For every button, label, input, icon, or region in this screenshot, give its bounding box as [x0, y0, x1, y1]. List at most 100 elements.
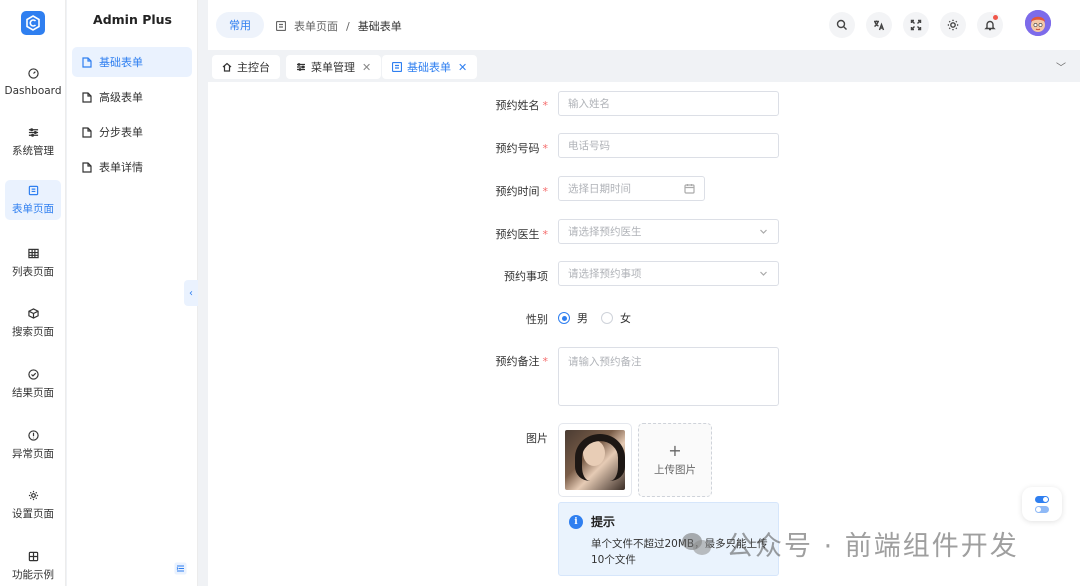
rail-label: 表单页面: [12, 203, 54, 215]
field-label-name: 预约姓名 *: [495, 99, 549, 112]
matter-select[interactable]: 请选择预约事项: [558, 261, 779, 286]
fullscreen-button[interactable]: [903, 12, 929, 38]
cube-icon: [27, 307, 39, 319]
file-icon: [82, 126, 92, 138]
calendar-icon: [684, 184, 695, 194]
rail-item-exception[interactable]: 异常页面: [5, 425, 61, 465]
submenu-item-label: 基础表单: [99, 56, 143, 69]
search-button[interactable]: [829, 12, 855, 38]
gauge-icon: [27, 68, 39, 80]
rail-item-examples[interactable]: 功能示例: [5, 546, 61, 586]
grid-icon: [27, 247, 39, 259]
sun-icon: [947, 19, 959, 31]
collapse-sidebar-button[interactable]: ‹: [184, 280, 198, 306]
gender-radio-female[interactable]: 女: [601, 310, 631, 326]
notification-dot: [993, 15, 998, 20]
floating-settings-button[interactable]: [1022, 487, 1062, 521]
translate-icon: [874, 20, 885, 31]
tip-header: i 提示: [569, 513, 615, 530]
rail-item-search[interactable]: 搜索页面: [5, 303, 61, 343]
rail-label: 列表页面: [12, 266, 54, 278]
rail-item-forms[interactable]: 表单页面: [5, 180, 61, 220]
plus-icon: +: [668, 440, 682, 460]
form-icon: [392, 62, 402, 72]
matter-placeholder: 请选择预约事项: [568, 268, 642, 280]
phone-input[interactable]: 电话号码: [558, 133, 779, 158]
required-mark: *: [542, 228, 549, 241]
phone-placeholder: 电话号码: [568, 140, 610, 152]
radio-circle: [601, 312, 613, 324]
required-mark: *: [542, 185, 549, 198]
gear-icon: [27, 489, 39, 501]
close-icon[interactable]: ✕: [362, 61, 371, 74]
tab-basic-form[interactable]: 基础表单 ✕: [382, 55, 478, 79]
upload-image-button[interactable]: + 上传图片: [638, 423, 712, 497]
radio-label: 男: [577, 312, 588, 325]
check-circle-icon: [27, 368, 39, 380]
submenu-panel: Admin Plus 基础表单 高级表单 分步表单 表单详情: [67, 0, 198, 586]
submenu-item-form-detail[interactable]: 表单详情: [72, 152, 192, 182]
time-placeholder: 选择日期时间: [568, 183, 631, 195]
rail-label: Dashboard: [4, 84, 62, 97]
form-icon: [276, 21, 286, 31]
rail-item-result[interactable]: 结果页面: [5, 364, 61, 404]
submenu-item-label: 分步表单: [99, 126, 143, 139]
app-title: Admin Plus: [93, 12, 172, 27]
radio-circle-checked: [558, 312, 570, 324]
favorites-chip[interactable]: 常用: [216, 12, 264, 38]
left-rail: Dashboard 系统管理 表单页面 列表页面 搜索页面 结果页面 异常页面 …: [0, 0, 66, 586]
theme-button[interactable]: [940, 12, 966, 38]
submenu-item-advanced-form[interactable]: 高级表单: [72, 82, 192, 112]
submenu-item-label: 表单详情: [99, 161, 143, 174]
name-input[interactable]: 输入姓名: [558, 91, 779, 116]
breadcrumb-parent[interactable]: 表单页面: [294, 18, 338, 34]
sliders-icon: [27, 126, 39, 138]
rail-item-system[interactable]: 系统管理: [5, 122, 61, 162]
menu-fold-icon[interactable]: [174, 562, 187, 575]
search-icon: [836, 19, 847, 30]
rail-item-settings[interactable]: 设置页面: [5, 485, 61, 525]
submenu-item-step-form[interactable]: 分步表单: [72, 117, 192, 147]
name-placeholder: 输入姓名: [568, 98, 610, 110]
tab-dashboard[interactable]: 主控台: [212, 55, 280, 79]
submenu-item-label: 高级表单: [99, 91, 143, 104]
warning-circle-icon: [27, 429, 39, 441]
bell-icon: [984, 20, 996, 31]
wechat-icon: [682, 531, 714, 557]
chevron-down-icon[interactable]: ﹀: [1056, 59, 1066, 74]
field-label-time: 预约时间 *: [495, 185, 549, 198]
doctor-placeholder: 请选择预约医生: [568, 226, 642, 238]
chevron-down-icon: [760, 229, 767, 234]
datetime-picker[interactable]: 选择日期时间: [558, 176, 705, 201]
tab-label: 菜单管理: [311, 61, 355, 74]
field-label-image: 图片: [526, 432, 548, 445]
uploaded-image-thumbnail[interactable]: [558, 423, 632, 497]
tip-title: 提示: [591, 515, 616, 529]
field-label-remark: 预约备注 *: [495, 355, 549, 368]
rail-label: 异常页面: [12, 448, 54, 460]
breadcrumb-current: 基础表单: [357, 20, 402, 33]
remark-textarea[interactable]: 请输入预约备注: [558, 347, 779, 406]
app-logo[interactable]: [21, 11, 45, 35]
language-button[interactable]: [866, 12, 892, 38]
breadcrumb: 表单页面 / 基础表单: [276, 18, 402, 34]
chevron-left-icon: ‹: [189, 287, 193, 299]
gender-radio-male[interactable]: 男: [558, 310, 588, 326]
file-icon: [82, 56, 92, 68]
upload-label: 上传图片: [654, 463, 696, 476]
tab-menu-management[interactable]: 菜单管理 ✕: [286, 55, 382, 79]
field-label-doctor: 预约医生 *: [495, 228, 549, 241]
apps-icon: [27, 550, 39, 562]
rail-item-lists[interactable]: 列表页面: [5, 243, 61, 283]
notifications-button[interactable]: [977, 12, 1003, 38]
submenu-item-basic-form[interactable]: 基础表单: [72, 47, 192, 77]
rail-item-dashboard[interactable]: Dashboard: [5, 62, 61, 102]
doctor-select[interactable]: 请选择预约医生: [558, 219, 779, 244]
watermark-text: 公众号 · 前端组件开发: [726, 531, 1019, 562]
tab-label: 主控台: [237, 61, 270, 74]
top-header: 常用 表单页面 / 基础表单: [208, 0, 1080, 50]
file-icon: [82, 91, 92, 103]
close-icon[interactable]: ✕: [458, 61, 467, 74]
user-avatar[interactable]: [1025, 10, 1051, 36]
toggle-on-icon: [1035, 495, 1049, 503]
